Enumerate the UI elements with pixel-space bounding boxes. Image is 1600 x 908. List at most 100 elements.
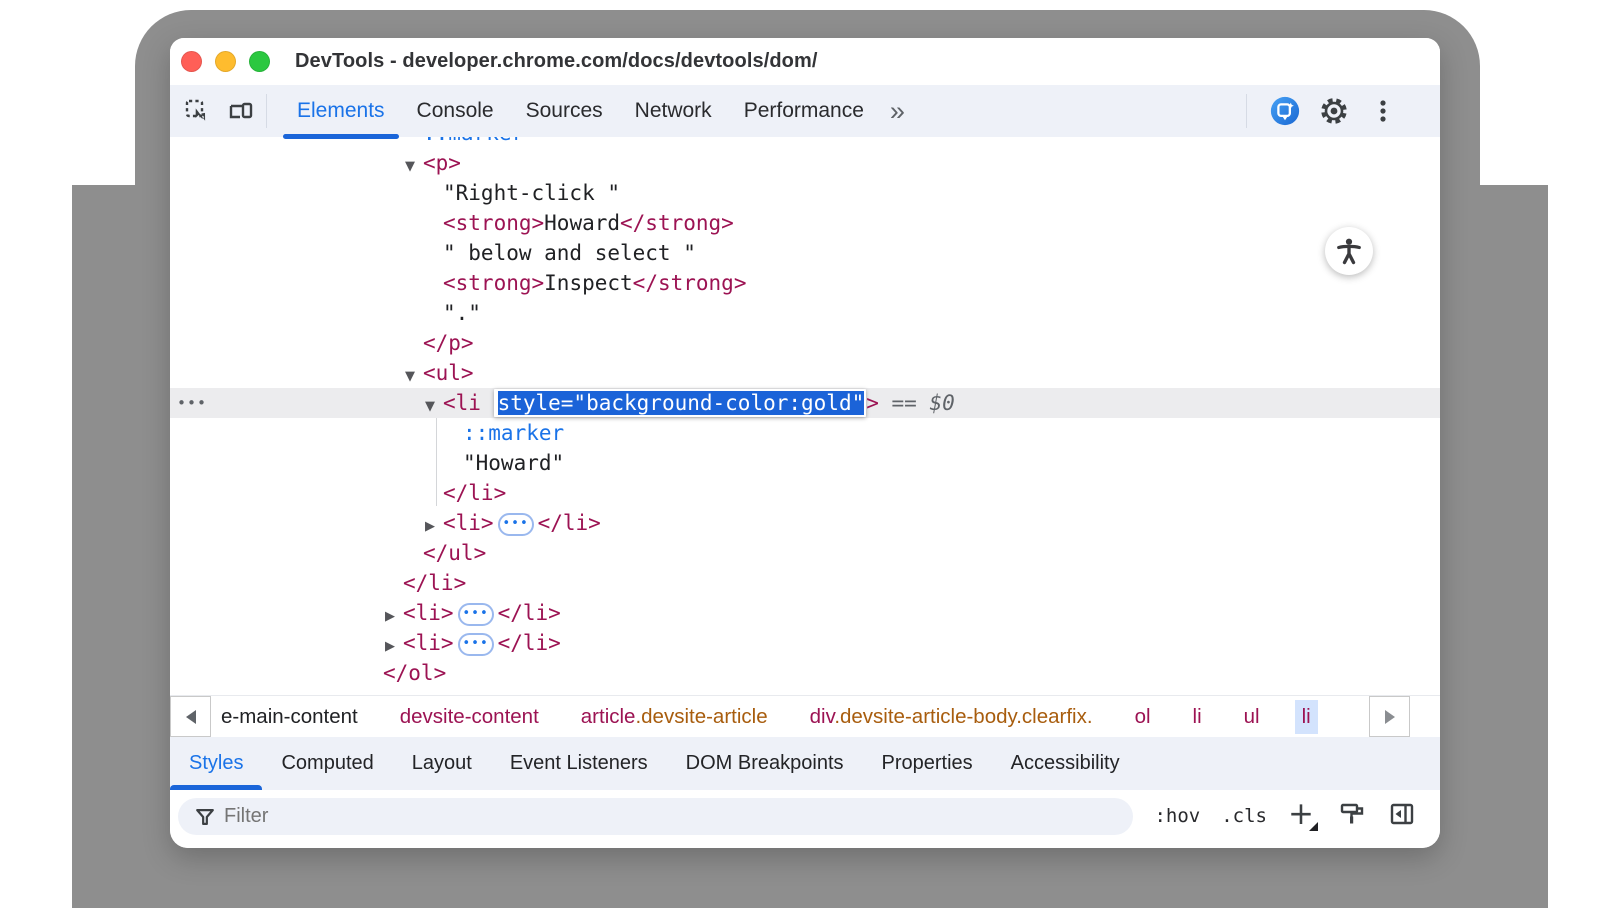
sidebar-tab-layout[interactable]: Layout [393,737,491,790]
breadcrumb-item-ul[interactable]: ul [1237,700,1267,734]
dom-tag: <strong> [443,211,544,235]
inspect-icon[interactable] [182,96,212,126]
dom-tree-row[interactable]: </p> [170,328,1440,358]
dom-tag: </li> [443,481,506,505]
more-options-kebab-icon[interactable] [1368,96,1398,126]
dom-tag: </ol> [383,661,446,685]
toolbar-divider [266,94,267,128]
accessibility-button[interactable] [1325,227,1373,275]
dom-tag: <p> [423,151,461,175]
dom-tag: <li> [403,631,454,655]
breadcrumb-item-e-main-content[interactable]: e-main-content [214,700,365,734]
dom-tree-row[interactable]: <strong>Howard</strong> [170,208,1440,238]
dom-dollar: $0 [929,391,954,415]
expand-ellipsis-button[interactable]: ••• [458,633,494,656]
expand-ellipsis-button[interactable]: ••• [458,603,494,626]
toggle-sidebar-icon[interactable] [1388,800,1416,833]
panel-tab-strip: ElementsConsoleSourcesNetworkPerformance [281,85,880,137]
filter-input[interactable] [178,798,1133,835]
dom-tag: <ul> [423,361,474,385]
dom-tree-row[interactable]: ▶<li>•••</li> [170,598,1440,628]
sidebar-tab-properties[interactable]: Properties [863,737,992,790]
dom-tree-row[interactable]: ▶<li>•••</li> [170,508,1440,538]
breadcrumb-bar: e-main-content devsite-content article.dev… [170,695,1440,737]
dom-tag: </li> [538,511,601,535]
dom-tag: </strong> [633,271,747,295]
dom-tag: </p> [423,331,474,355]
dom-tree-row[interactable]: <strong>Inspect</strong> [170,268,1440,298]
dom-tree-row[interactable]: </li> [170,568,1440,598]
dom-tree-row[interactable]: </ul> [170,538,1440,568]
dom-tag: </strong> [620,211,734,235]
tab-elements[interactable]: Elements [281,85,401,137]
sidebar-tab-computed[interactable]: Computed [262,737,392,790]
dom-tree-row[interactable]: ▶<li>•••</li> [170,628,1440,658]
element-classes-button[interactable]: .cls [1221,805,1267,827]
ai-assistance-icon[interactable] [1270,96,1300,126]
sidebar-tab-event-listeners[interactable]: Event Listeners [491,737,667,790]
dom-tree-row[interactable]: ::marker [170,418,1440,448]
sidebar-tab-accessibility[interactable]: Accessibility [992,737,1139,790]
dom-text: "Right-click " [443,181,620,205]
dom-text: " below and select " [443,241,696,265]
devtools-window: DevTools - developer.chrome.com/docs/dev… [170,38,1440,848]
dom-text: "." [443,301,481,325]
zoom-button[interactable] [249,51,270,72]
tab-performance[interactable]: Performance [728,85,880,137]
dom-tree-row[interactable]: </li> [170,478,1440,508]
styles-filter-bar: :hov .cls + [170,790,1440,848]
tab-network[interactable]: Network [619,85,728,137]
dom-pseudo: ::marker [463,421,564,445]
breadcrumb-item-article[interactable]: article.devsite-article [574,700,775,734]
expand-ellipsis-button[interactable]: ••• [498,513,534,536]
dom-text: Howard [544,211,620,235]
dom-tag: </li> [403,571,466,595]
dom-tag: <li [443,391,494,415]
attribute-editor[interactable]: style="background-color:gold" [494,389,867,417]
dom-tree-row[interactable]: ▼<p> [170,148,1440,178]
sidebar-tab-styles[interactable]: Styles [170,737,262,790]
dom-tag: <strong> [443,271,544,295]
dom-tag: </li> [498,601,561,625]
main-toolbar: ElementsConsoleSourcesNetworkPerformance… [170,85,1440,137]
device-toolbar-icon[interactable] [226,96,256,126]
breadcrumb-scroll-right[interactable] [1369,696,1410,737]
dom-pseudo: ::marker [423,137,524,145]
dom-tree-row[interactable]: "Howard" [170,448,1440,478]
dom-tag: </li> [498,631,561,655]
breadcrumb-item-div[interactable]: div.devsite-article-body.clearfix. [803,700,1100,734]
dom-tree-row[interactable]: "Right-click " [170,178,1440,208]
dom-tree-row[interactable]: •••▼<li style="background-color:gold"> =… [170,388,1440,418]
tab-sources[interactable]: Sources [510,85,619,137]
close-button[interactable] [181,51,202,72]
window-title: DevTools - developer.chrome.com/docs/dev… [295,50,818,73]
minimize-button[interactable] [215,51,236,72]
rendering-paint-icon[interactable] [1339,800,1367,833]
filter-funnel-icon [194,806,216,833]
dom-text: "Howard" [463,451,564,475]
more-tabs-icon[interactable]: » [880,98,915,125]
breadcrumb-item-ol[interactable]: ol [1128,700,1158,734]
breadcrumb: e-main-content devsite-content article.dev… [211,696,1440,737]
dom-tree-row[interactable]: ▼<ul> [170,358,1440,388]
dom-tree-row[interactable]: </ol> [170,658,1440,688]
breadcrumb-item-li[interactable]: li [1186,700,1209,734]
dom-tag: <li> [443,511,494,535]
dom-tag: </ul> [423,541,486,565]
dom-tree-row[interactable]: "." [170,298,1440,328]
toggle-element-state-button[interactable]: :hov [1154,805,1200,827]
tab-console[interactable]: Console [401,85,510,137]
dom-tree-row[interactable]: " below and select " [170,238,1440,268]
breadcrumb-item-devsite-content[interactable]: devsite-content [393,700,546,734]
toolbar-right-divider [1246,94,1247,128]
new-style-rule-button[interactable]: + [1288,801,1318,831]
dom-text: Inspect [544,271,633,295]
breadcrumb-scroll-left[interactable] [170,696,211,737]
indent-guide [436,418,437,506]
settings-gear-icon[interactable] [1319,96,1349,126]
sidebar-tab-strip: StylesComputedLayoutEvent ListenersDOM B… [170,737,1440,790]
sidebar-tab-dom-breakpoints[interactable]: DOM Breakpoints [667,737,863,790]
breadcrumb-item-li[interactable]: li [1295,700,1318,734]
row-options-dots[interactable]: ••• [177,388,207,418]
elements-dom-tree: ::marker▼<p>"Right-click "<strong>Howard… [170,137,1440,695]
